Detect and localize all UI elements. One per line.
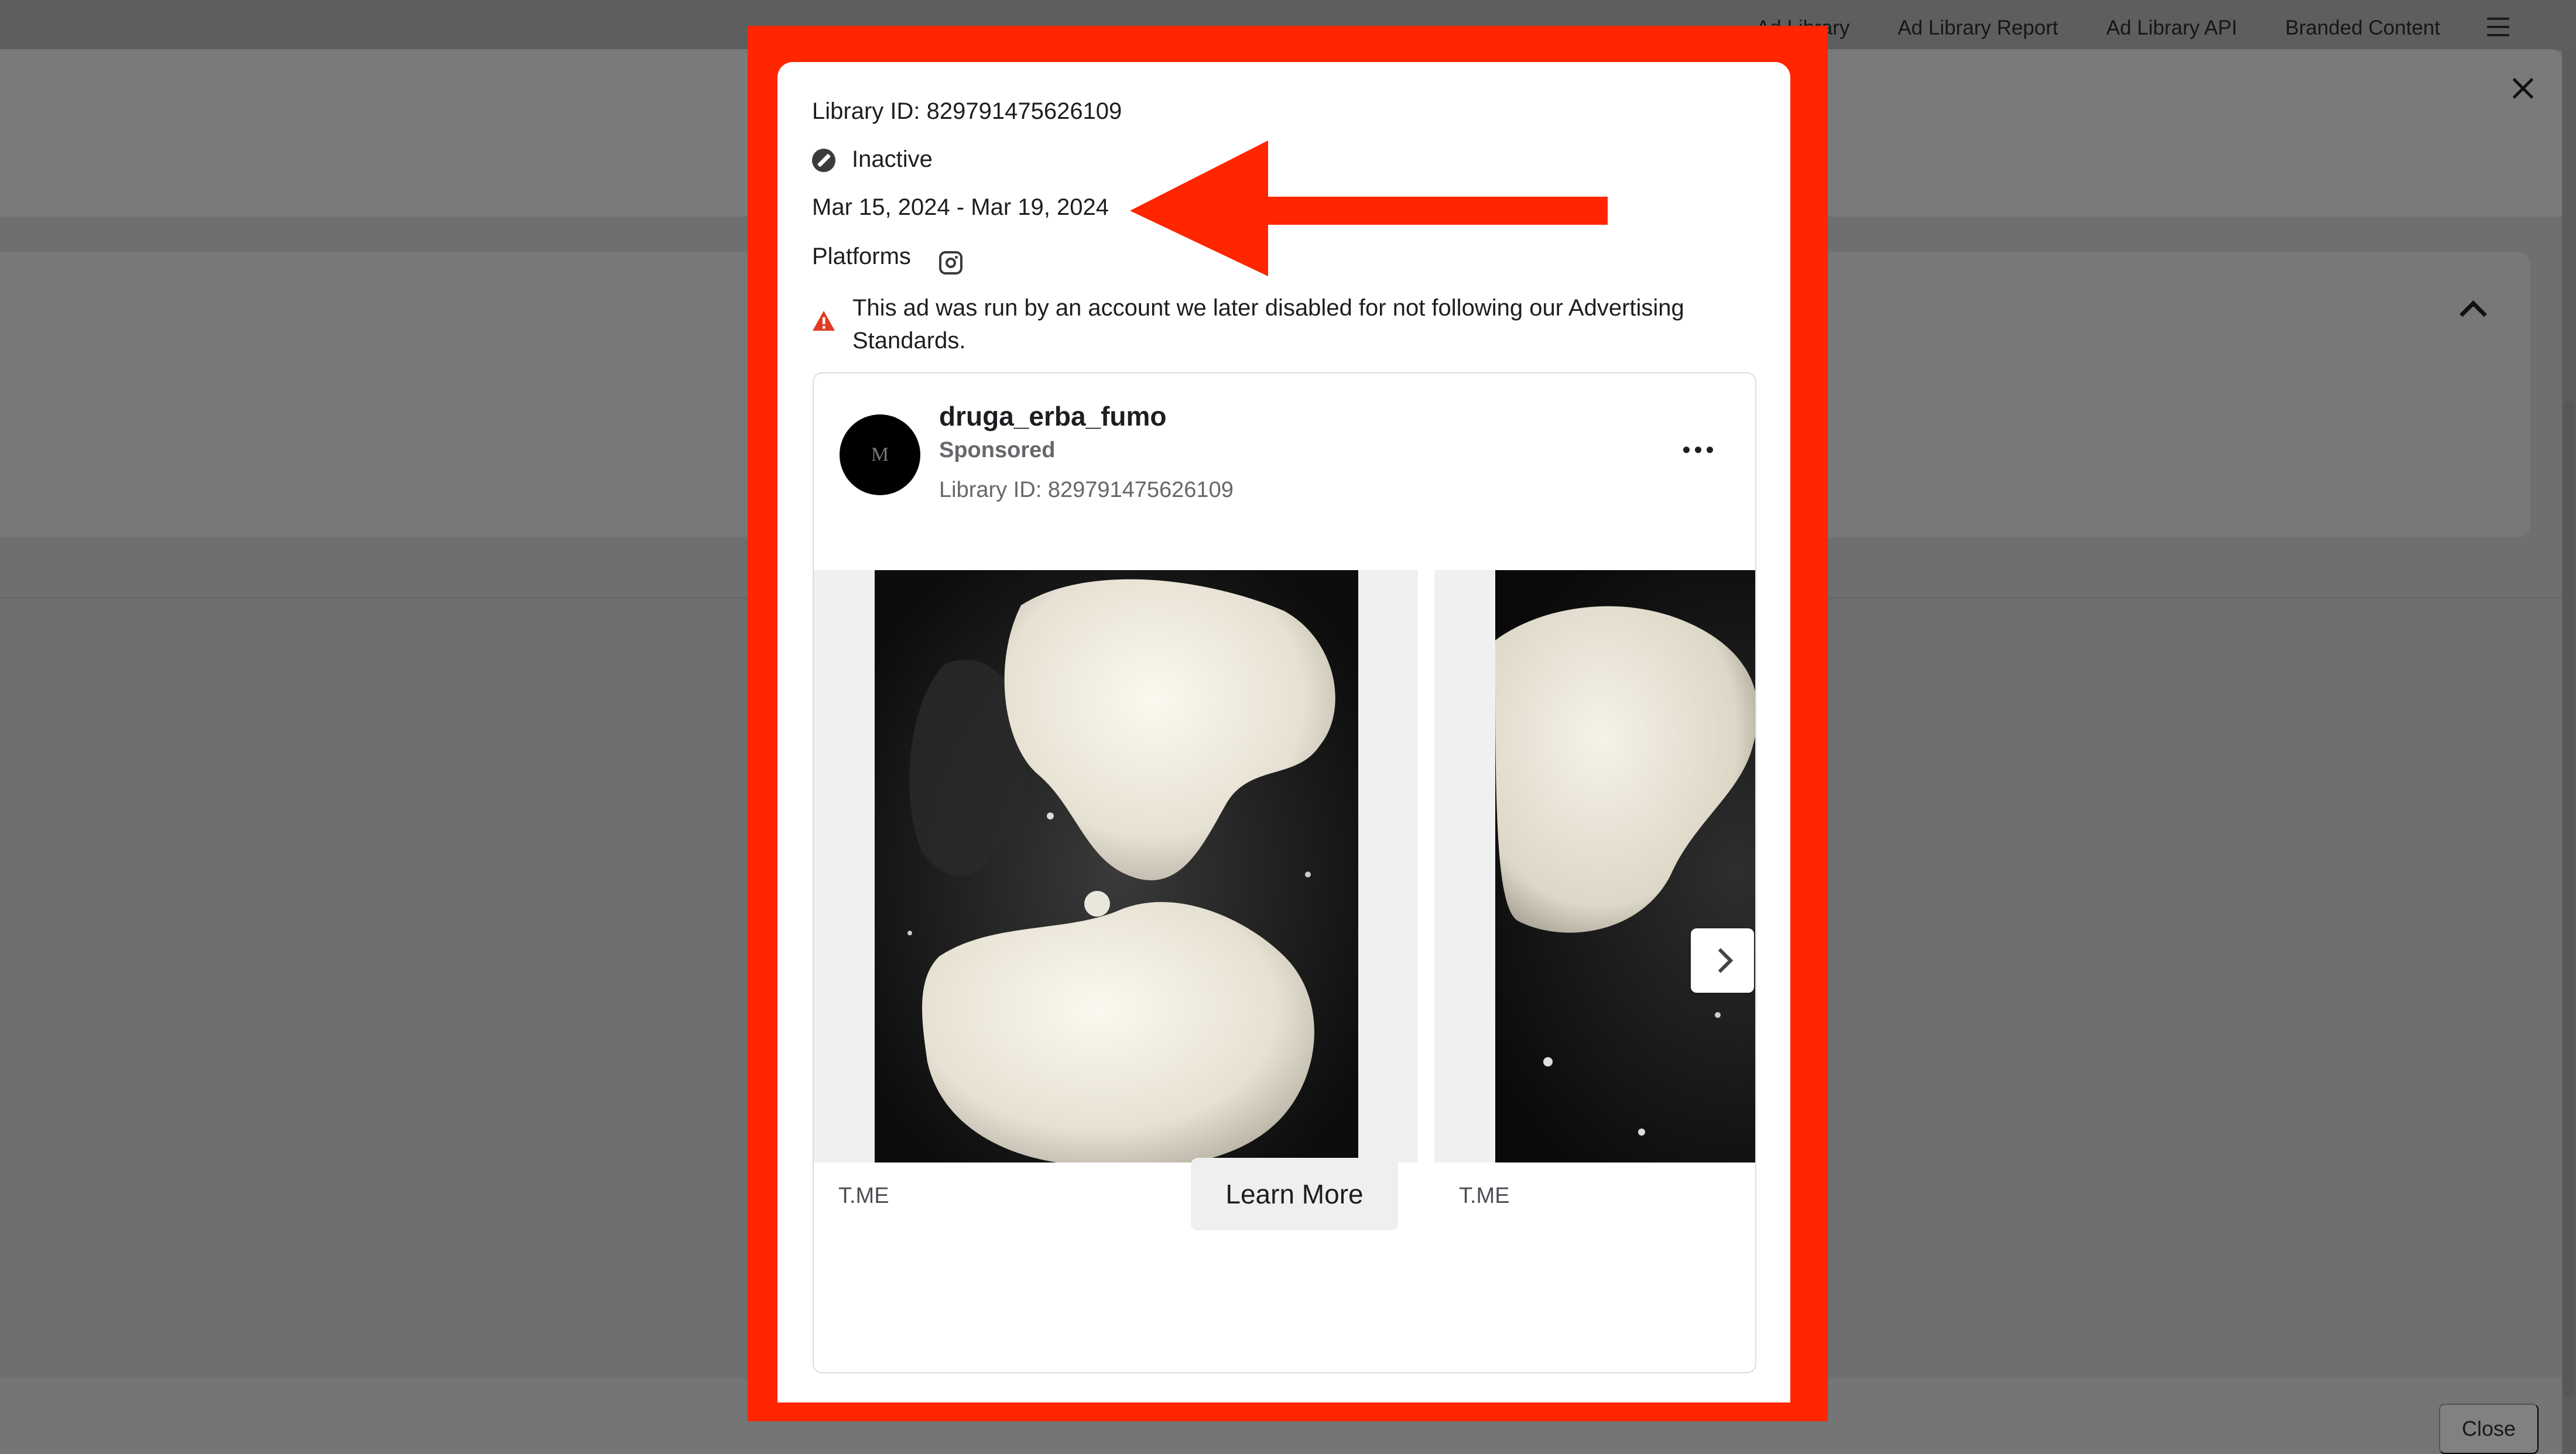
instagram-icon — [939, 251, 962, 275]
scrollbar-thumb[interactable] — [2563, 402, 2575, 1397]
more-options-icon[interactable] — [1674, 438, 1721, 461]
cta-domain: T.ME — [1459, 1184, 1510, 1208]
close-icon[interactable] — [2509, 75, 2536, 102]
inactive-icon — [812, 149, 835, 172]
date-range: Mar 15, 2024 - Mar 19, 2024 — [812, 194, 1109, 220]
avatar-letter: M — [871, 444, 889, 465]
ad-preview-card: M druga_erba_fumo Sponsored Library ID: … — [813, 372, 1756, 1373]
ad-photo — [1495, 570, 1755, 1162]
scrollbar[interactable] — [2562, 50, 2576, 1454]
ad-image[interactable] — [1434, 570, 1755, 1162]
warning-text: This ad was run by an account we later d… — [852, 295, 1684, 354]
hamburger-menu-icon[interactable] — [2487, 18, 2509, 36]
learn-more-button[interactable]: Learn More — [1191, 1158, 1398, 1230]
carousel-slide[interactable]: T.ME Learn More — [814, 570, 1418, 1372]
top-nav: Ad Library Ad Library Report Ad Library … — [1756, 16, 2512, 40]
chevron-up-icon[interactable] — [2459, 296, 2485, 322]
ad-image[interactable] — [814, 570, 1418, 1162]
warning-icon — [813, 311, 835, 331]
avatar[interactable]: M — [840, 414, 920, 495]
page-name[interactable]: druga_erba_fumo — [939, 400, 1167, 432]
status-text: Inactive — [852, 146, 933, 172]
annotation-arrow — [1130, 140, 1608, 276]
nav-branded-content[interactable]: Branded Content — [2285, 16, 2440, 40]
nav-ad-library-api[interactable]: Ad Library API — [2106, 16, 2238, 40]
sponsored-label: Sponsored — [939, 438, 1056, 462]
platforms-label: Platforms — [812, 244, 911, 269]
chevron-right-icon[interactable] — [1691, 928, 1754, 993]
platform-icon-wrap — [933, 245, 968, 280]
cta-domain: T.ME — [838, 1184, 889, 1208]
ad-photo — [875, 570, 1358, 1162]
card-library-id: Library ID: 829791475626109 — [939, 478, 1234, 502]
close-button[interactable]: Close — [2439, 1404, 2539, 1454]
ad-carousel: T.ME Learn More T.ME — [814, 570, 1755, 1372]
library-id: Library ID: 829791475626109 — [812, 98, 1122, 124]
nav-ad-library-report[interactable]: Ad Library Report — [1897, 16, 2058, 40]
